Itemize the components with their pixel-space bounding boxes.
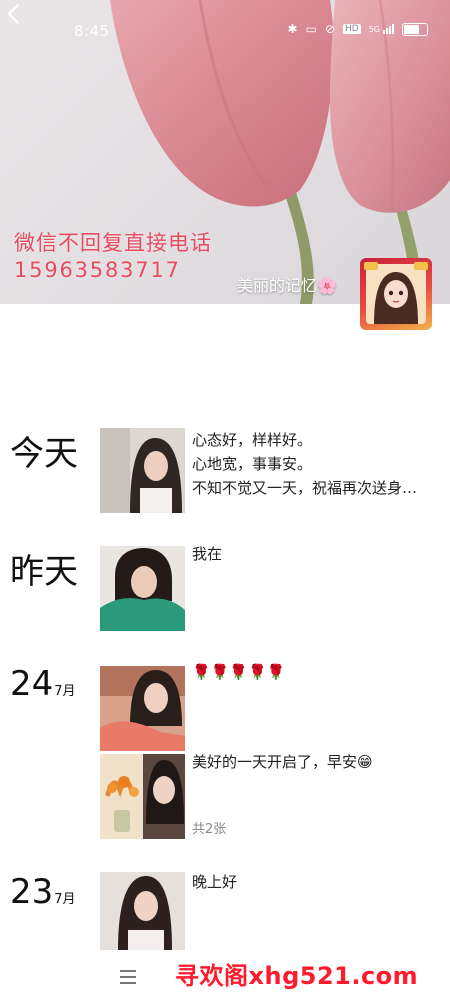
date-label: 247月	[10, 664, 76, 704]
watermark-text: 寻欢阁xhg521.com	[175, 962, 419, 990]
signal-icon: 5G	[369, 24, 394, 34]
photo-image	[100, 666, 185, 751]
date-day: 24	[10, 664, 54, 704]
post-text[interactable]: 心态好，样样好。 心地宽，事事安。 不知不觉又一天，祝福再次送身…	[192, 428, 417, 500]
avatar-illustration	[364, 262, 428, 324]
photo-count: 共2张	[192, 822, 227, 837]
status-bar: 8:45 ✱ ▭ ⊘ HD 5G	[0, 0, 450, 60]
photo-image	[100, 754, 185, 839]
post-text[interactable]: 🌹🌹🌹🌹🌹	[192, 660, 285, 684]
post-thumbnail-pair[interactable]	[100, 754, 185, 839]
cover-caption-phone: 15963583717	[14, 258, 181, 282]
post-text[interactable]: 我在	[192, 542, 222, 566]
post-text[interactable]: 晚上好	[192, 870, 237, 894]
cover-caption: 微信不回复直接电话 15963583717	[14, 230, 212, 284]
photo-image	[100, 872, 185, 950]
network-type: 5G	[368, 25, 380, 34]
post-thumbnail[interactable]	[100, 872, 185, 950]
battery-icon	[402, 22, 428, 36]
photo-image	[100, 546, 185, 631]
back-arrow-icon[interactable]	[0, 0, 28, 28]
date-label: 昨天	[10, 552, 78, 592]
post-thumbnail[interactable]	[100, 546, 185, 631]
date-month: 7月	[54, 892, 76, 907]
status-icons: ✱ ▭ ⊘ HD 5G	[288, 22, 428, 36]
photo-image	[100, 428, 185, 513]
bluetooth-icon: ✱	[287, 22, 298, 36]
date-label: 237月	[10, 872, 76, 912]
date-month: 7月	[54, 684, 76, 699]
post-thumbnail[interactable]	[100, 428, 185, 513]
post-text[interactable]: 美好的一天开启了，早安😁	[192, 750, 373, 774]
status-time: 8:45	[74, 22, 110, 40]
mute-icon: ⊘	[324, 22, 335, 36]
menu-icon[interactable]	[118, 968, 138, 986]
avatar[interactable]	[360, 258, 432, 330]
hd-icon: HD	[343, 24, 361, 34]
vibrate-icon: ▭	[305, 22, 317, 36]
username[interactable]: 美丽的记忆🌸	[237, 272, 337, 296]
cover-caption-line1: 微信不回复直接电话	[14, 231, 212, 255]
date-day: 23	[10, 872, 54, 912]
post-thumbnail[interactable]	[100, 666, 185, 751]
date-label: 今天	[10, 434, 78, 474]
